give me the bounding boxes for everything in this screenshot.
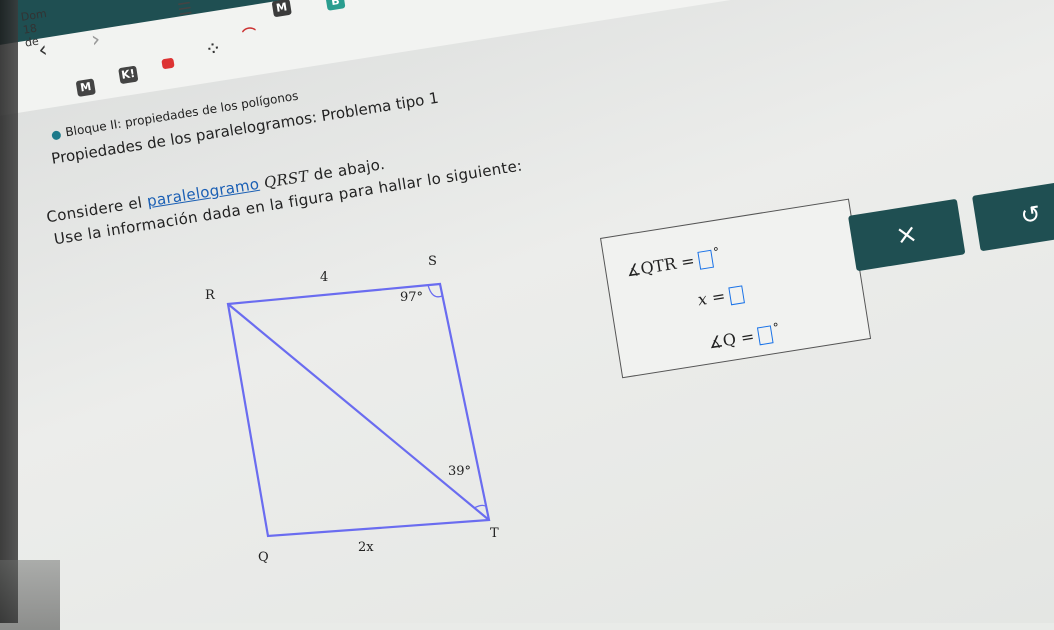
x-input[interactable]	[727, 284, 745, 305]
angle-arc-t	[473, 504, 486, 509]
undo-icon: ↺	[1018, 199, 1043, 231]
parallelogram-figure	[226, 282, 491, 538]
equals-sign: =	[710, 286, 727, 308]
vertex-q: Q	[258, 550, 269, 565]
equals-sign: =	[739, 326, 756, 348]
side-qt-label: 2x	[358, 540, 374, 555]
x-label: x	[696, 289, 709, 310]
angle-q-label: ∡Q	[707, 329, 738, 353]
angle-q-row: ∡Q = °	[707, 320, 781, 353]
equals-sign: =	[679, 250, 696, 272]
close-icon: ×	[893, 218, 920, 252]
parallelogram-outline	[226, 282, 491, 538]
degree-symbol: °	[772, 320, 781, 335]
angle-t-label: 39°	[448, 464, 472, 479]
angle-qtr-label: ∡QTR	[625, 253, 678, 281]
vertex-s: S	[428, 254, 437, 269]
device-bezel	[0, 0, 18, 623]
angle-qtr-row: ∡QTR = °	[625, 245, 722, 281]
angle-s-label: 97°	[400, 290, 424, 305]
angle-qtr-input[interactable]	[697, 249, 714, 270]
angle-q-input[interactable]	[756, 325, 774, 346]
side-rs-label: 4	[320, 270, 329, 285]
degree-symbol: °	[712, 244, 721, 260]
vertex-r: R	[205, 288, 215, 303]
vertex-t: T	[490, 526, 499, 541]
bottom-shadow	[0, 560, 60, 630]
x-row: x =	[696, 283, 745, 310]
